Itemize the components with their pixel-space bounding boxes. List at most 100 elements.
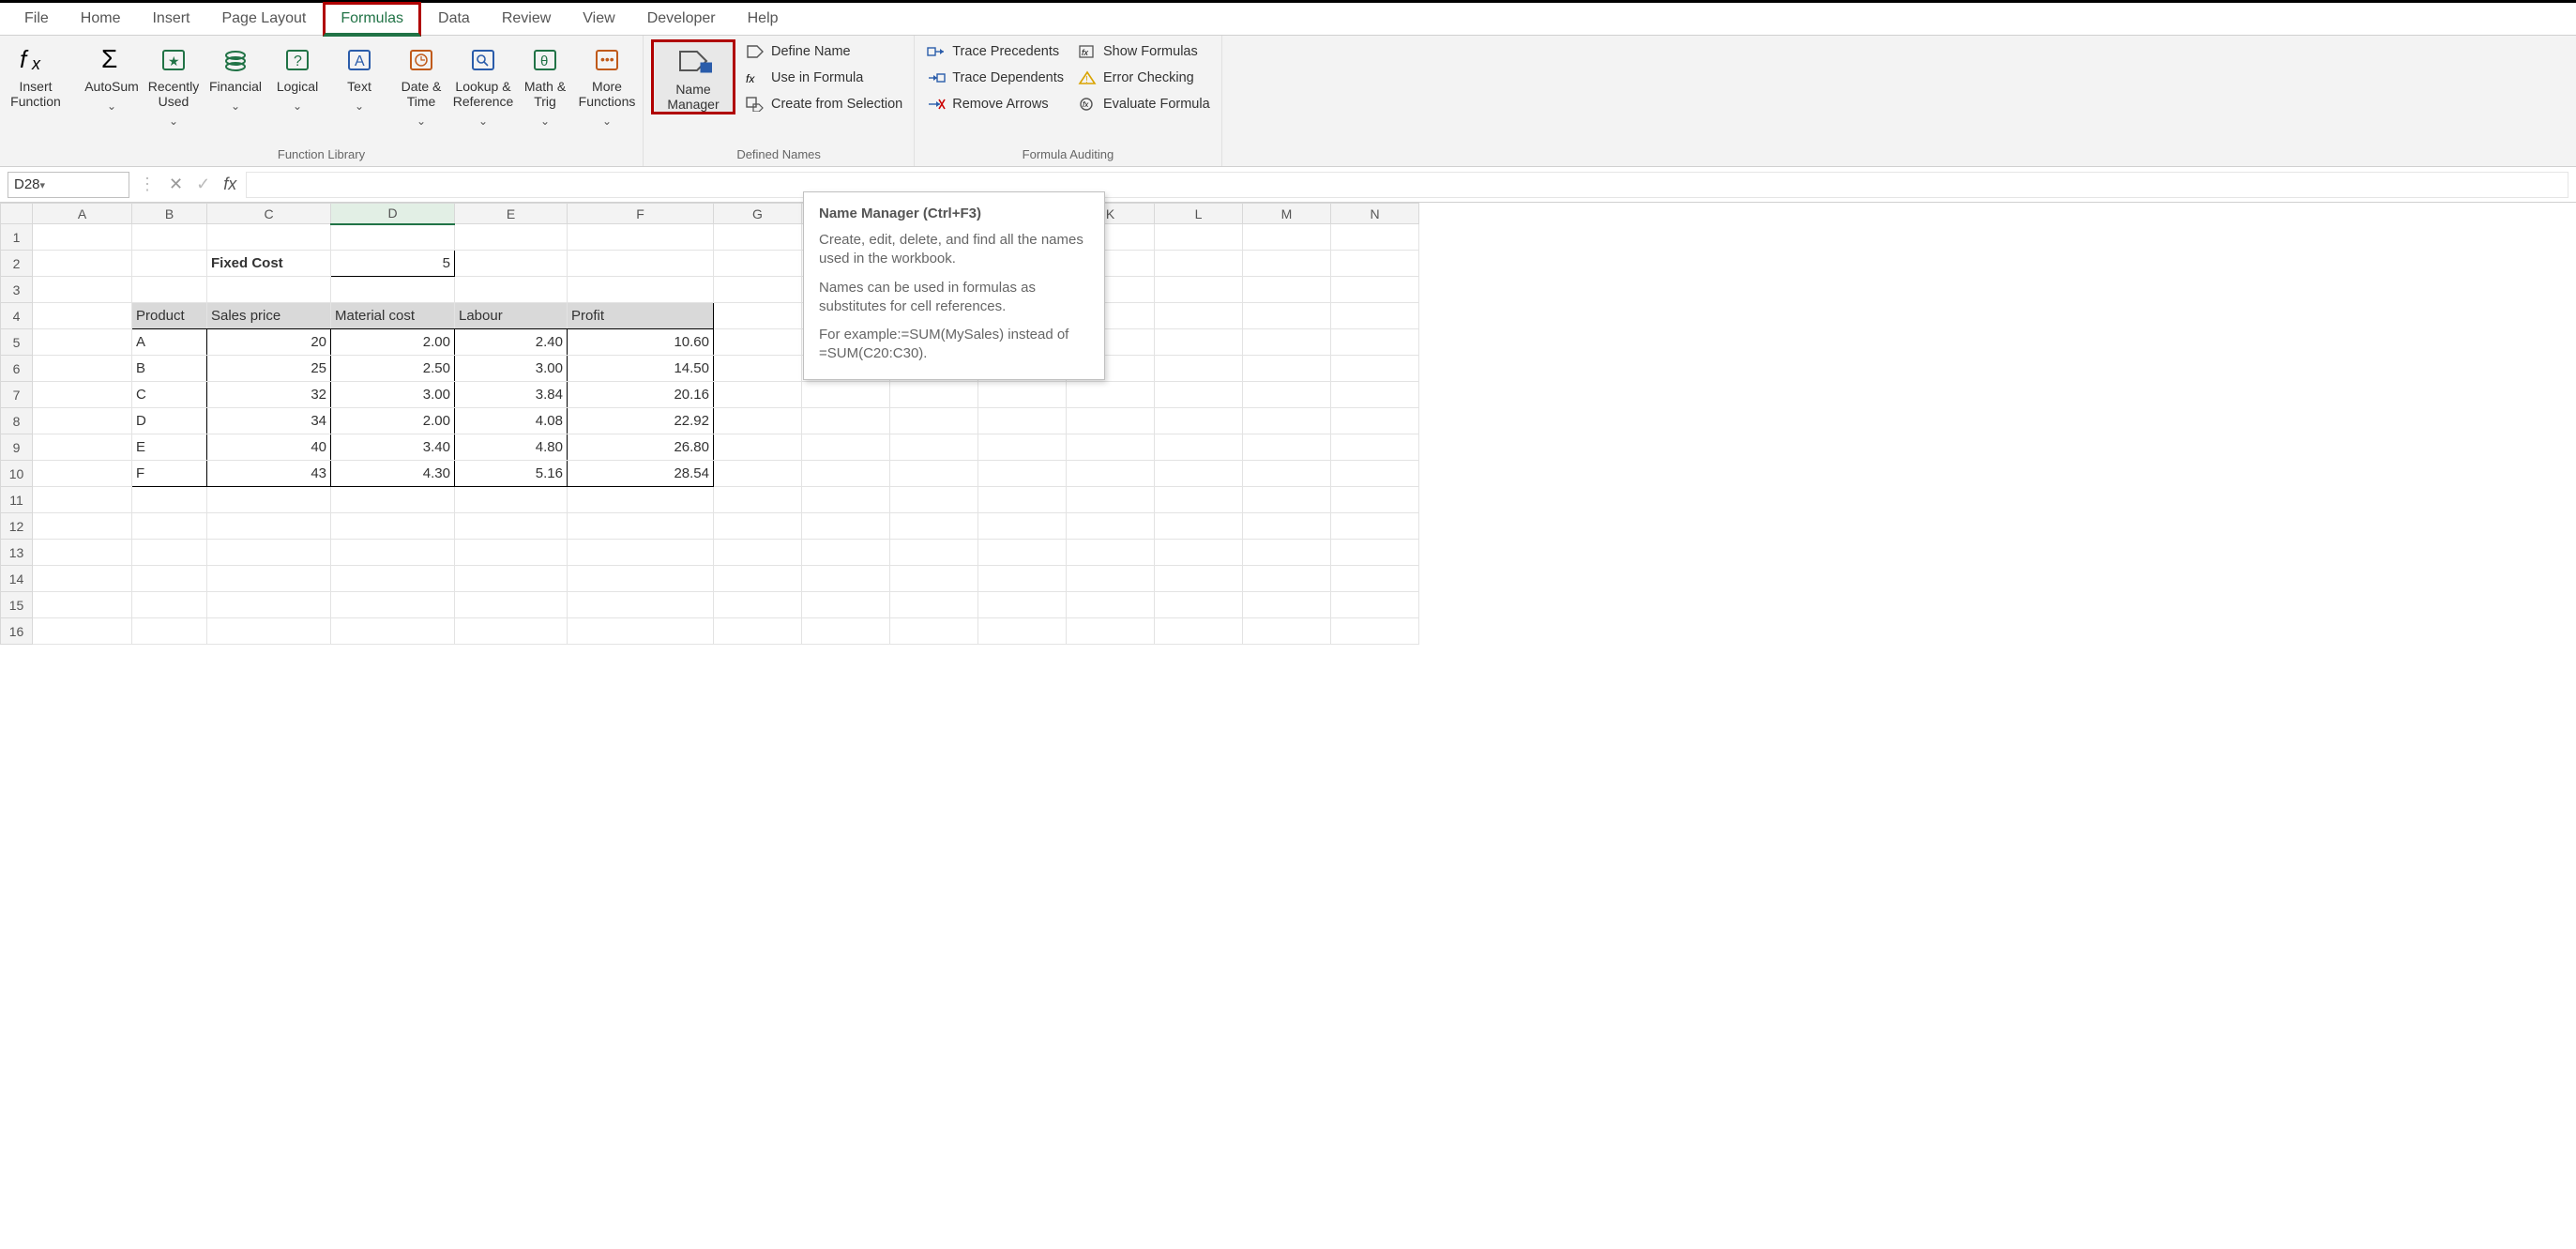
cell-D6[interactable]: 2.50 bbox=[331, 356, 455, 382]
cell-B8[interactable]: D bbox=[132, 408, 207, 434]
cell-F15[interactable] bbox=[568, 592, 714, 618]
column-header[interactable]: N bbox=[1331, 204, 1419, 224]
cell-J9[interactable] bbox=[978, 434, 1067, 461]
cell-I11[interactable] bbox=[890, 487, 978, 513]
cell-F9[interactable]: 26.80 bbox=[568, 434, 714, 461]
cell-C5[interactable]: 20 bbox=[207, 329, 331, 356]
tab-view[interactable]: View bbox=[568, 5, 629, 33]
column-header[interactable]: B bbox=[132, 204, 207, 224]
cell-N16[interactable] bbox=[1331, 618, 1419, 645]
cell-I14[interactable] bbox=[890, 566, 978, 592]
cell-L11[interactable] bbox=[1155, 487, 1243, 513]
cell-L15[interactable] bbox=[1155, 592, 1243, 618]
cell-L5[interactable] bbox=[1155, 329, 1243, 356]
cell-A6[interactable] bbox=[33, 356, 132, 382]
cell-N1[interactable] bbox=[1331, 224, 1419, 251]
cell-D9[interactable]: 3.40 bbox=[331, 434, 455, 461]
cell-N15[interactable] bbox=[1331, 592, 1419, 618]
cell-B9[interactable]: E bbox=[132, 434, 207, 461]
cell-J15[interactable] bbox=[978, 592, 1067, 618]
cell-A9[interactable] bbox=[33, 434, 132, 461]
trace-precedents-button[interactable]: Trace Precedents bbox=[922, 41, 1068, 62]
cell-G1[interactable] bbox=[714, 224, 802, 251]
cell-K14[interactable] bbox=[1067, 566, 1155, 592]
cell-G8[interactable] bbox=[714, 408, 802, 434]
financial-button[interactable]: Financial bbox=[207, 39, 264, 114]
cell-N10[interactable] bbox=[1331, 461, 1419, 487]
cell-C7[interactable]: 32 bbox=[207, 382, 331, 408]
cell-G15[interactable] bbox=[714, 592, 802, 618]
cell-D7[interactable]: 3.00 bbox=[331, 382, 455, 408]
formula-input[interactable] bbox=[246, 172, 2568, 198]
cell-M14[interactable] bbox=[1243, 566, 1331, 592]
cell-L3[interactable] bbox=[1155, 277, 1243, 303]
options-handle-icon[interactable]: ⋮ bbox=[139, 175, 156, 194]
cell-L9[interactable] bbox=[1155, 434, 1243, 461]
cell-E12[interactable] bbox=[455, 513, 568, 540]
cell-B11[interactable] bbox=[132, 487, 207, 513]
cell-M5[interactable] bbox=[1243, 329, 1331, 356]
cell-A12[interactable] bbox=[33, 513, 132, 540]
name-box[interactable]: D28 bbox=[8, 172, 129, 198]
cell-M16[interactable] bbox=[1243, 618, 1331, 645]
cell-L14[interactable] bbox=[1155, 566, 1243, 592]
cell-N5[interactable] bbox=[1331, 329, 1419, 356]
cell-A11[interactable] bbox=[33, 487, 132, 513]
cell-D16[interactable] bbox=[331, 618, 455, 645]
cell-B12[interactable] bbox=[132, 513, 207, 540]
cell-B15[interactable] bbox=[132, 592, 207, 618]
column-header[interactable]: L bbox=[1155, 204, 1243, 224]
cell-F4[interactable]: Profit bbox=[568, 303, 714, 329]
cell-F12[interactable] bbox=[568, 513, 714, 540]
cell-J12[interactable] bbox=[978, 513, 1067, 540]
cell-H13[interactable] bbox=[802, 540, 890, 566]
cell-A13[interactable] bbox=[33, 540, 132, 566]
cell-D12[interactable] bbox=[331, 513, 455, 540]
cell-N3[interactable] bbox=[1331, 277, 1419, 303]
tab-file[interactable]: File bbox=[9, 5, 64, 33]
cell-E11[interactable] bbox=[455, 487, 568, 513]
row-header[interactable]: 16 bbox=[1, 618, 33, 645]
tab-help[interactable]: Help bbox=[733, 5, 794, 33]
cell-D8[interactable]: 2.00 bbox=[331, 408, 455, 434]
cell-F14[interactable] bbox=[568, 566, 714, 592]
cell-H11[interactable] bbox=[802, 487, 890, 513]
column-header[interactable]: F bbox=[568, 204, 714, 224]
row-header[interactable]: 2 bbox=[1, 251, 33, 277]
cell-M11[interactable] bbox=[1243, 487, 1331, 513]
cell-M12[interactable] bbox=[1243, 513, 1331, 540]
cell-G2[interactable] bbox=[714, 251, 802, 277]
cell-E15[interactable] bbox=[455, 592, 568, 618]
more-functions-button[interactable]: ••• More Functions bbox=[579, 39, 635, 129]
cell-M3[interactable] bbox=[1243, 277, 1331, 303]
cell-F5[interactable]: 10.60 bbox=[568, 329, 714, 356]
cell-C6[interactable]: 25 bbox=[207, 356, 331, 382]
column-header[interactable]: C bbox=[207, 204, 331, 224]
recently-used-button[interactable]: ★ Recently Used bbox=[145, 39, 202, 129]
cell-D14[interactable] bbox=[331, 566, 455, 592]
cell-E5[interactable]: 2.40 bbox=[455, 329, 568, 356]
cell-G16[interactable] bbox=[714, 618, 802, 645]
tab-page-layout[interactable]: Page Layout bbox=[206, 5, 321, 33]
use-in-formula-button[interactable]: fx Use in Formula bbox=[741, 68, 906, 88]
cell-M1[interactable] bbox=[1243, 224, 1331, 251]
cell-H8[interactable] bbox=[802, 408, 890, 434]
cell-N2[interactable] bbox=[1331, 251, 1419, 277]
cell-J13[interactable] bbox=[978, 540, 1067, 566]
cell-D2[interactable]: 5 bbox=[331, 251, 455, 277]
cell-A5[interactable] bbox=[33, 329, 132, 356]
cell-F10[interactable]: 28.54 bbox=[568, 461, 714, 487]
cell-A3[interactable] bbox=[33, 277, 132, 303]
cell-H7[interactable] bbox=[802, 382, 890, 408]
cell-C4[interactable]: Sales price bbox=[207, 303, 331, 329]
insert-function-button[interactable]: fx Insert Function bbox=[8, 39, 64, 109]
cell-G7[interactable] bbox=[714, 382, 802, 408]
remove-arrows-button[interactable]: Remove Arrows bbox=[922, 94, 1068, 114]
cell-I15[interactable] bbox=[890, 592, 978, 618]
row-header[interactable]: 4 bbox=[1, 303, 33, 329]
cell-G5[interactable] bbox=[714, 329, 802, 356]
cell-L12[interactable] bbox=[1155, 513, 1243, 540]
cell-L1[interactable] bbox=[1155, 224, 1243, 251]
cell-J7[interactable] bbox=[978, 382, 1067, 408]
cell-B3[interactable] bbox=[132, 277, 207, 303]
